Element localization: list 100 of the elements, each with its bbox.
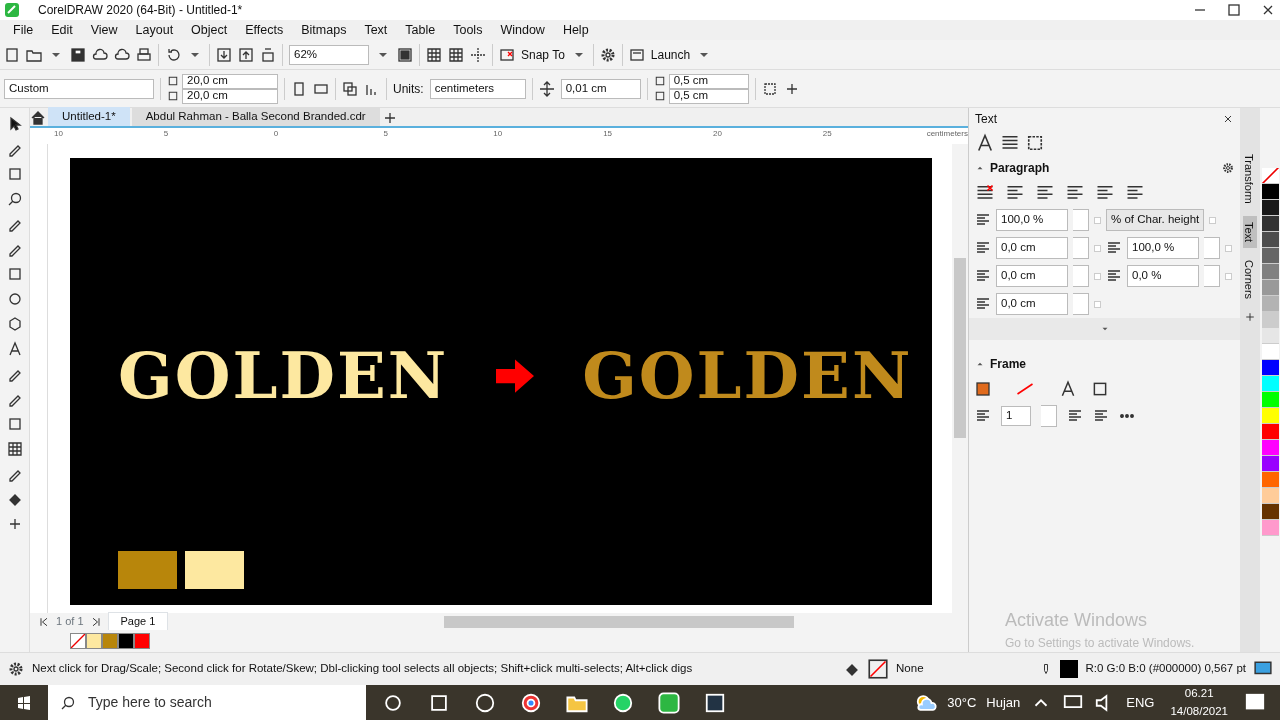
palette-swatch[interactable] bbox=[1261, 328, 1279, 344]
close-icon[interactable] bbox=[1222, 113, 1234, 125]
launch-icon[interactable] bbox=[628, 46, 645, 63]
line-spacing-field[interactable]: 100,0 % bbox=[996, 209, 1068, 231]
palette-swatch[interactable] bbox=[118, 633, 134, 649]
page-tab[interactable]: Page 1 bbox=[107, 612, 169, 631]
clock-date[interactable]: 14/08/2021 bbox=[1170, 702, 1228, 720]
docker-tab[interactable]: Text bbox=[1243, 215, 1257, 248]
nudge-field[interactable]: 0,01 cm bbox=[560, 78, 641, 99]
first-line-indent-field[interactable]: 0,0 cm bbox=[996, 265, 1068, 287]
menu-item[interactable]: Layout bbox=[126, 20, 183, 40]
settings-icon[interactable] bbox=[599, 46, 616, 63]
palette-swatch[interactable] bbox=[1261, 456, 1279, 472]
columns-field[interactable]: 1 bbox=[1001, 406, 1031, 426]
menu-item[interactable]: Tools bbox=[444, 20, 492, 40]
settings-icon[interactable] bbox=[8, 661, 24, 677]
palette-swatch[interactable] bbox=[1261, 504, 1279, 520]
full-screen-icon[interactable] bbox=[397, 46, 413, 63]
cloud-icon[interactable] bbox=[92, 46, 108, 63]
polygon-icon[interactable] bbox=[6, 316, 23, 332]
text-tool-icon[interactable] bbox=[6, 341, 23, 357]
settings-icon[interactable] bbox=[1222, 162, 1234, 174]
cloud-icon[interactable] bbox=[114, 46, 130, 63]
units-dropdown[interactable]: centimeters bbox=[429, 78, 526, 99]
palette-swatch[interactable] bbox=[1261, 216, 1279, 232]
page-size-dropdown[interactable]: Custom bbox=[4, 78, 154, 99]
palette-swatch[interactable] bbox=[1261, 312, 1279, 328]
first-page-icon[interactable] bbox=[38, 615, 50, 628]
launch-button[interactable]: Launch bbox=[650, 45, 691, 64]
palette-swatch[interactable] bbox=[1261, 264, 1279, 280]
menu-item[interactable]: Text bbox=[355, 20, 397, 40]
no-color-swatch[interactable] bbox=[1261, 168, 1279, 184]
palette-swatch[interactable] bbox=[1261, 360, 1279, 376]
add-icon[interactable] bbox=[1244, 311, 1256, 324]
left-indent-field[interactable]: 0,0 cm bbox=[996, 237, 1068, 259]
duplicate-x-field[interactable]: 0,5 cm bbox=[668, 73, 749, 89]
import-icon[interactable] bbox=[216, 46, 232, 63]
portrait-icon[interactable] bbox=[291, 80, 307, 97]
menu-item[interactable]: Bitmaps bbox=[292, 20, 356, 40]
no-color-swatch[interactable] bbox=[70, 633, 86, 649]
menu-item[interactable]: Effects bbox=[236, 20, 293, 40]
menu-item[interactable]: Window bbox=[491, 20, 554, 40]
ellipse-icon[interactable] bbox=[6, 291, 23, 307]
palette-swatch[interactable] bbox=[1261, 184, 1279, 200]
palette-swatch[interactable] bbox=[1261, 424, 1279, 440]
snap-to-button[interactable]: Snap To bbox=[521, 45, 565, 64]
palette-swatch[interactable] bbox=[1261, 520, 1279, 536]
palette-swatch[interactable] bbox=[1261, 296, 1279, 312]
browser-icon[interactable] bbox=[520, 691, 542, 714]
menu-item[interactable]: Edit bbox=[42, 20, 82, 40]
character-icon[interactable] bbox=[975, 133, 995, 153]
palette-swatch[interactable] bbox=[1261, 248, 1279, 264]
right-indent-field[interactable]: 0,0 cm bbox=[996, 293, 1068, 315]
frame-icon[interactable] bbox=[1025, 133, 1045, 153]
text-outline-icon[interactable] bbox=[1059, 380, 1077, 398]
export-icon[interactable] bbox=[238, 46, 254, 63]
palette-swatch[interactable] bbox=[102, 633, 118, 649]
start-icon[interactable] bbox=[16, 694, 32, 711]
frame-fill-icon[interactable] bbox=[975, 381, 991, 397]
palette-swatch[interactable] bbox=[1261, 200, 1279, 216]
docker-tab[interactable]: Corners bbox=[1243, 253, 1257, 306]
rectangle-icon[interactable] bbox=[6, 416, 23, 432]
palette-swatch[interactable] bbox=[1261, 376, 1279, 392]
home-icon[interactable] bbox=[30, 110, 46, 126]
palette-swatch[interactable] bbox=[1261, 440, 1279, 456]
docker-tab[interactable]: Transform bbox=[1243, 148, 1257, 210]
menu-item[interactable]: File bbox=[4, 20, 43, 40]
snap-off-icon[interactable] bbox=[499, 46, 515, 63]
app-logo-icon[interactable] bbox=[658, 691, 680, 714]
print-icon[interactable] bbox=[136, 46, 152, 63]
clock-time[interactable]: 06.21 bbox=[1184, 685, 1214, 703]
menu-item[interactable]: View bbox=[81, 20, 127, 40]
zoom-icon[interactable] bbox=[6, 191, 23, 207]
grid-icon[interactable] bbox=[448, 46, 464, 63]
page-frame-icon[interactable] bbox=[761, 80, 778, 97]
menu-item[interactable]: Help bbox=[553, 20, 598, 40]
rectangle-icon[interactable] bbox=[6, 266, 23, 282]
palette-swatch[interactable] bbox=[1261, 232, 1279, 248]
document-tab[interactable]: Abdul Rahman - Balla Second Branded.cdr bbox=[131, 106, 380, 126]
palette-swatch[interactable] bbox=[1261, 488, 1279, 504]
scrollbar-thumb[interactable] bbox=[954, 258, 966, 438]
character-spacing-field[interactable]: 100,0 % bbox=[1127, 237, 1199, 259]
maximize-icon[interactable] bbox=[1226, 2, 1242, 18]
undo-icon[interactable] bbox=[165, 46, 181, 63]
rectangle-icon[interactable] bbox=[6, 166, 23, 182]
width-field[interactable]: 20,0 cm bbox=[182, 73, 278, 89]
menu-item[interactable]: Object bbox=[182, 20, 237, 40]
document-tab[interactable]: Untitled-1* bbox=[48, 106, 130, 126]
guidelines-icon[interactable] bbox=[470, 46, 486, 63]
search-field[interactable]: Type here to search bbox=[48, 685, 366, 720]
palette-swatch[interactable] bbox=[1261, 344, 1279, 360]
zoom-field[interactable]: 62% bbox=[289, 44, 369, 65]
palette-swatch[interactable] bbox=[134, 633, 150, 649]
palette-swatch[interactable] bbox=[1261, 280, 1279, 296]
language-indicator[interactable]: ENG bbox=[1126, 692, 1155, 713]
new-document-icon[interactable] bbox=[4, 46, 20, 63]
save-icon[interactable] bbox=[70, 46, 86, 63]
nudge-icon[interactable] bbox=[538, 80, 555, 97]
word-spacing-field[interactable]: 0,0 % bbox=[1127, 265, 1199, 287]
menu-item[interactable]: Table bbox=[396, 20, 445, 40]
